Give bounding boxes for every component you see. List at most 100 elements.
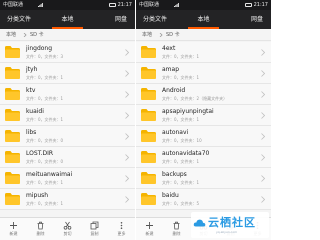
list-item[interactable]: ktv 文件：0，文件夹：1 [0,84,135,105]
breadcrumb: 本地 SD 卡 [0,29,135,41]
new-button[interactable]: 新建 [136,218,163,240]
list-item[interactable]: autonavi 文件：0，文件夹：10 [136,126,271,147]
list-item[interactable]: apsapiyunpingtai 文件：0，文件夹：1 [136,105,271,126]
folder-meta: 文件：0，文件夹：1 [162,54,200,59]
new-label: 新建 [145,231,154,236]
folder-name: LOST.DIR [26,150,54,157]
copy-label: 复制 [90,231,99,236]
chevron-right-icon [261,70,265,77]
folder-meta: 文件：0，文件夹：1 [162,75,200,80]
clock-time: 21:17 [253,2,268,8]
folder-name: backups [162,171,187,178]
chevron-right-icon [261,91,265,98]
tab-cloud[interactable]: 网盘 [251,10,263,29]
file-list: jingdong 文件：0，文件夹：3 jtyh 文件：0，文件夹：1 ktv … [0,42,135,217]
list-item[interactable]: meituanwaimai 文件：0，文件夹：1 [0,168,135,189]
folder-icon [5,109,20,121]
chevron-right-icon [261,49,265,56]
list-item[interactable]: autonavidata70 文件：0，文件夹：1 [136,147,271,168]
list-item[interactable]: kuaidi 文件：0，文件夹：1 [0,105,135,126]
folder-name: mipush [26,192,49,199]
chevron-right-icon [125,154,129,161]
delete-button[interactable]: 删除 [163,218,190,240]
folder-meta: 文件：0，文件夹：1 [26,75,64,80]
plus-icon [10,222,17,229]
tab-cloud[interactable]: 网盘 [115,10,127,29]
folder-name: jtyh [26,66,38,73]
folder-meta: 文件：0，文件夹：1 [26,201,64,206]
chevron-right-icon [125,49,129,56]
battery-icon [108,3,116,7]
folder-icon [141,172,156,184]
list-item[interactable]: 4ext 文件：0，文件夹：1 [136,42,271,63]
list-item[interactable]: LOST.DIR 文件：0，文件夹：0 [0,147,135,168]
chevron-right-icon [23,33,27,37]
folder-name: ktv [26,87,36,94]
list-item[interactable]: jingdong 文件：0，文件夹：3 [0,42,135,63]
watermark-subtext: yq.aliyun.com [216,230,238,234]
list-item[interactable]: libs 文件：0，文件夹：0 [0,126,135,147]
folder-meta: 文件：0，文件夹：1 [162,117,200,122]
list-item[interactable]: jtyh 文件：0，文件夹：1 [0,63,135,84]
battery-icon [244,3,252,7]
folder-name: amap [162,66,180,73]
status-bar: 中国联通 21:17 [136,0,271,10]
carrier-label: 中国联通 [3,2,24,8]
file-list: 4ext 文件：0，文件夹：1 amap 文件：0，文件夹：1 Android … [136,42,271,217]
folder-name: meituanwaimai [26,171,73,178]
chevron-right-icon [125,70,129,77]
breadcrumb: 本地 SD 卡 [136,29,271,41]
new-label: 新建 [9,231,18,236]
folder-icon [5,172,20,184]
folder-icon [5,193,20,205]
list-item[interactable]: backups 文件：0，文件夹：1 [136,168,271,189]
folder-name: kuaidi [26,108,44,115]
folder-meta: 文件：0，文件夹：1 [26,96,64,101]
folder-name: autonavidata70 [162,150,210,157]
delete-button[interactable]: 删除 [27,218,54,240]
list-item[interactable]: amap 文件：0，文件夹：1 [136,63,271,84]
watermark: 云栖社区 yq.aliyun.com [191,212,269,238]
folder-meta: 文件：0，文件夹：3 [26,54,64,59]
folder-icon [141,67,156,79]
folder-icon [5,151,20,163]
folder-name: baidu [162,192,179,199]
watermark-text: 云栖社区 [208,216,256,229]
cut-button[interactable]: 剪切 [54,218,81,240]
breadcrumb-current[interactable]: SD 卡 [30,29,44,41]
trash-icon [37,221,44,230]
breadcrumb-current[interactable]: SD 卡 [166,29,180,41]
breadcrumb-root[interactable]: 本地 [142,29,152,41]
folder-icon [141,109,156,121]
folder-meta: 文件：0，文件夹：10 [162,138,202,143]
new-button[interactable]: 新建 [0,218,27,240]
breadcrumb-root[interactable]: 本地 [6,29,16,41]
action-bar: 新建 删除 剪切 复制 更多 [0,217,135,240]
more-label: 更多 [117,231,126,236]
screenshot: 中国联通 21:17 分类文件 本地 网盘 本地 SD 卡 jingdong 文… [0,0,271,240]
signal-icon [38,3,43,7]
chevron-right-icon [125,91,129,98]
chevron-right-icon [125,175,129,182]
chevron-right-icon [261,112,265,119]
phone-screen-right: 中国联通 21:17 分类文件 本地 网盘 本地 SD 卡 4ext 文件：0，… [136,0,271,240]
delete-label: 删除 [36,231,45,236]
folder-meta: 文件：0，文件夹：1 [162,180,200,185]
trash-icon [173,221,180,230]
chevron-right-icon [261,133,265,140]
clock-time: 21:17 [117,2,132,8]
folder-name: apsapiyunpingtai [162,108,214,115]
folder-meta: 文件：0，文件夹：1 [162,159,200,164]
list-item[interactable]: mipush 文件：0，文件夹：1 [0,189,135,210]
chevron-right-icon [125,196,129,203]
list-item[interactable]: Android 文件：0，文件夹：2（隐藏文件夹） [136,84,271,105]
cut-label: 剪切 [63,231,72,236]
folder-name: jingdong [26,45,53,52]
folder-meta: 文件：0，文件夹：2（隐藏文件夹） [162,96,228,101]
list-item[interactable]: baidu 文件：0，文件夹：5 [136,189,271,210]
folder-icon [141,88,156,100]
more-button[interactable]: 更多 [108,218,135,240]
chevron-right-icon [125,112,129,119]
folder-meta: 文件：0，文件夹：0 [26,159,64,164]
copy-button[interactable]: 复制 [81,218,108,240]
